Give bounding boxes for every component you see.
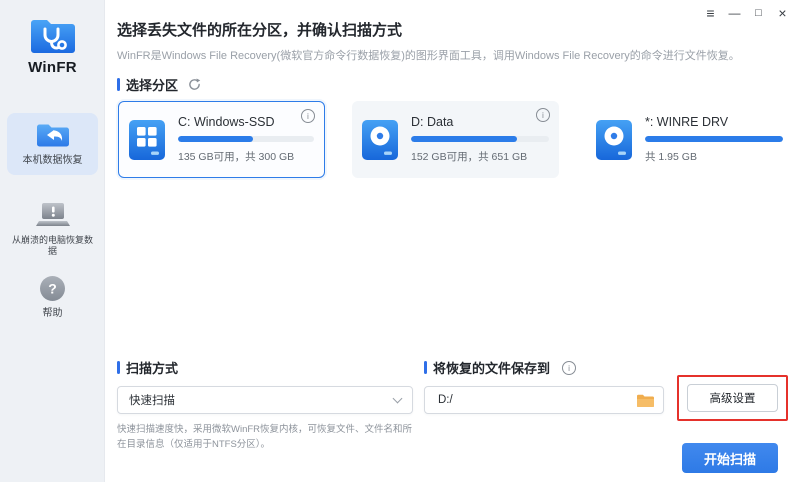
help-icon: ? [40,276,65,301]
browse-folder-button[interactable] [637,394,654,407]
drive-card-c[interactable]: C: Windows-SSD 135 GB可用，共 300 GB i [118,101,325,178]
refresh-icon[interactable] [188,78,201,91]
sidebar-item-label: 本机数据恢复 [22,155,83,166]
drive-capacity: 152 GB可用，共 651 GB [411,151,528,163]
drive-card-winre[interactable]: *: WINRE DRV 共 1.95 GB [586,101,793,178]
scan-mode-description: 快速扫描速度快，采用微软WinFR恢复内核，可恢复文件、文件名和所在目录信息（仅… [117,424,413,451]
partition-section-title: 选择分区 [126,78,179,93]
info-icon[interactable]: i [301,109,315,123]
folder-restore-icon [36,124,69,147]
drive-name: D: Data [411,115,454,129]
close-icon[interactable]: × [773,4,792,22]
drive-name: *: WINRE DRV [645,115,729,129]
section-accent-bar [117,78,120,91]
save-path-header: 将恢复的文件保存到 i [424,358,664,377]
drive-card-body: C: Windows-SSD 135 GB可用，共 300 GB [178,115,314,164]
save-path-title: 将恢复的文件保存到 [433,361,551,376]
scan-mode-value: 快速扫描 [129,395,175,407]
sidebar-item-local-recovery[interactable]: 本机数据恢复 [7,113,98,175]
window-controls: ≡ — □ × [701,4,792,22]
chevron-down-icon [392,393,403,404]
drive-card-body: *: WINRE DRV 共 1.95 GB [645,115,783,164]
sidebar-item-label: 从崩溃的电脑恢复数据 [11,235,93,256]
scan-method-header: 扫描方式 [117,358,413,377]
sidebar: WinFR 本机数据恢复 从崩溃的电脑恢复数据 ? 帮助 [0,0,105,482]
windows-drive-icon [129,119,165,160]
crashed-pc-icon [35,203,70,226]
scan-method-section: 扫描方式 快速扫描 快速扫描速度快，采用微软WinFR恢复内核，可恢复文件、文件… [117,358,413,452]
sidebar-item-crashed-pc-recovery[interactable]: 从崩溃的电脑恢复数据 [7,192,98,265]
page-title: 选择丢失文件的所在分区，并确认扫描方式 [117,22,403,39]
advanced-settings-button[interactable]: 高级设置 [687,384,778,412]
app-name: WinFR [28,59,77,76]
save-path-field [424,386,664,414]
minimize-icon[interactable]: — [725,4,744,22]
winfr-window: ≡ — □ × WinFR 本机数据恢复 从崩溃的电脑恢复数据 ? 帮助 选择丢… [0,0,800,482]
start-scan-button[interactable]: 开始扫描 [682,443,778,473]
drive-usage-track [178,136,314,142]
sidebar-item-help[interactable]: ? 帮助 [7,266,98,328]
maximize-icon[interactable]: □ [749,4,768,22]
disk-drive-icon [596,119,632,160]
partition-section-header: 选择分区 [117,75,201,94]
section-accent-bar [117,361,120,374]
drive-usage-fill [645,136,783,142]
scan-method-title: 扫描方式 [126,361,179,376]
drive-capacity: 共 1.95 GB [645,151,697,163]
drive-capacity: 135 GB可用，共 300 GB [178,151,295,163]
svg-text:?: ? [48,281,57,297]
drive-card-d[interactable]: D: Data 152 GB可用，共 651 GB i [352,101,559,178]
disk-drive-icon [362,119,398,160]
page-subtitle: WinFR是Windows File Recovery(微软官方命令行数据恢复)… [117,50,740,62]
sidebar-item-label: 帮助 [42,308,63,319]
drive-usage-fill [411,136,518,142]
app-logo: WinFR [0,14,105,76]
scan-mode-select[interactable]: 快速扫描 [117,386,413,414]
info-icon[interactable]: i [562,360,577,375]
drive-usage-track [411,136,549,142]
winfr-logo-icon [30,20,75,53]
info-icon[interactable]: i [536,108,550,122]
menu-icon[interactable]: ≡ [701,4,720,22]
drive-name: C: Windows-SSD [178,115,275,129]
drive-card-body: D: Data 152 GB可用，共 651 GB [411,115,549,164]
save-path-section: 将恢复的文件保存到 i [424,358,664,414]
section-accent-bar [424,361,427,374]
drive-card-list: C: Windows-SSD 135 GB可用，共 300 GB i D: Da… [118,101,793,178]
drive-usage-fill [178,136,253,142]
drive-usage-track [645,136,783,142]
save-path-input[interactable] [436,393,637,407]
folder-icon [637,394,654,407]
